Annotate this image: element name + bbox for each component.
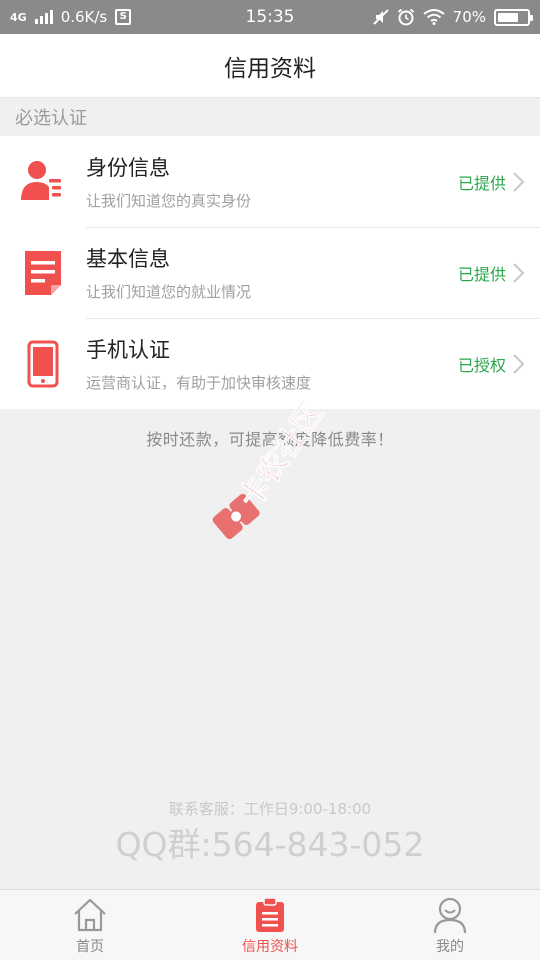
item-text: 身份信息 让我们知道您的真实身份 <box>86 152 458 211</box>
clipboard-icon <box>256 897 284 932</box>
status-right: 70% <box>372 8 533 26</box>
battery-icon <box>494 8 533 26</box>
screen: 4G 0.6K/s S 15:35 70% 信用资料 必选认证 身份信息 让我们… <box>0 0 540 960</box>
document-icon <box>0 227 86 318</box>
signal-icon <box>34 10 53 24</box>
tab-credit-info[interactable]: 信用资料 <box>180 890 360 960</box>
chevron-right-icon <box>513 171 525 192</box>
list-item-basic-info[interactable]: 基本信息 让我们知道您的就业情况 已提供 <box>0 227 540 318</box>
section-header: 必选认证 <box>0 98 540 136</box>
id-card-icon <box>0 136 86 227</box>
nav-label: 我的 <box>436 939 464 955</box>
battery-percent: 70% <box>452 8 486 26</box>
mute-icon <box>372 9 389 25</box>
item-title: 身份信息 <box>86 156 170 180</box>
alarm-icon <box>397 8 414 26</box>
item-text: 基本信息 让我们知道您的就业情况 <box>86 243 458 302</box>
user-icon <box>433 897 467 934</box>
item-description: 运营商认证，有助于加快审核速度 <box>86 374 312 392</box>
item-text: 手机认证 运营商认证，有助于加快审核速度 <box>86 334 458 393</box>
item-description: 让我们知道您的就业情况 <box>86 283 252 301</box>
bottom-nav: 首页 信用资料 我的 <box>0 889 540 960</box>
nav-label: 首页 <box>76 939 104 955</box>
chevron-right-icon <box>513 353 525 374</box>
item-description: 让我们知道您的真实身份 <box>86 192 252 210</box>
item-title: 基本信息 <box>86 247 170 271</box>
network-type: 4G <box>10 10 27 24</box>
home-icon <box>74 898 106 932</box>
tab-home[interactable]: 首页 <box>0 890 180 960</box>
status-left: 4G 0.6K/s S <box>10 8 132 26</box>
list-item-identity[interactable]: 身份信息 让我们知道您的真实身份 已提供 <box>0 136 540 227</box>
tab-mine[interactable]: 我的 <box>360 890 540 960</box>
status-badge: 已提供 <box>457 173 506 193</box>
nav-label: 信用资料 <box>242 939 298 955</box>
watermark-text: 卡农社区 <box>233 396 330 514</box>
network-speed: 0.6K/s <box>60 8 108 26</box>
phone-icon <box>0 318 86 409</box>
contact-qq-group: QQ群:564-843-052 <box>115 825 425 864</box>
title-bar: 信用资料 <box>0 34 540 98</box>
chevron-right-icon <box>513 262 525 283</box>
status-badge: 已授权 <box>457 355 506 375</box>
list-item-phone[interactable]: 手机认证 运营商认证，有助于加快审核速度 已授权 <box>0 318 540 409</box>
status-badge: 已提供 <box>457 264 506 284</box>
battery-fill <box>498 12 518 22</box>
page-title: 信用资料 <box>224 55 316 82</box>
sim-icon: S <box>115 9 132 25</box>
contact-hours: 联系客服：工作日9:00-18:00 <box>168 800 372 818</box>
status-bar: 4G 0.6K/s S 15:35 70% <box>0 0 540 34</box>
item-title: 手机认证 <box>86 338 170 362</box>
verification-list: 身份信息 让我们知道您的真实身份 已提供 基本信息 让我们知道您的就业情况 已提… <box>0 136 540 409</box>
wifi-icon <box>423 9 445 25</box>
watermark-logo: 卡农社区 <box>212 396 331 540</box>
repayment-notice: 按时还款，可提高额度降低费率！ <box>146 430 394 449</box>
